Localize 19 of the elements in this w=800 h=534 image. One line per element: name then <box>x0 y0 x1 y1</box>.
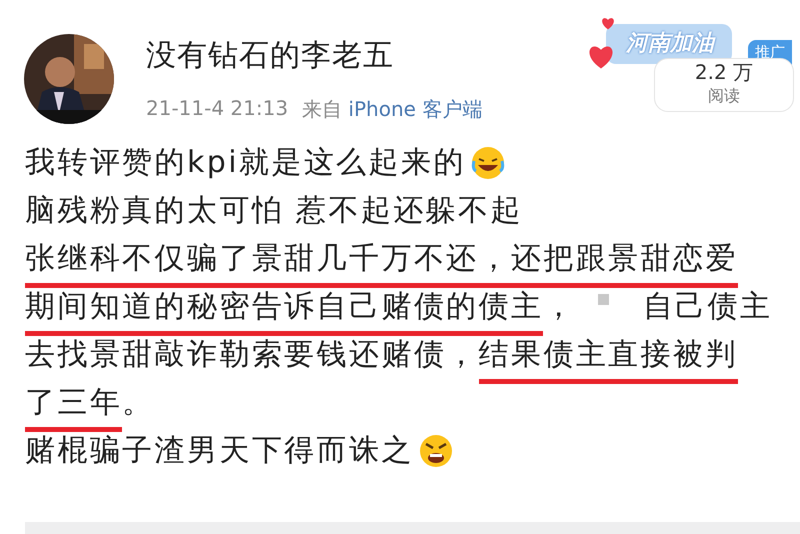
post-text: 。 <box>122 384 155 422</box>
post-time: 21-11-4 21:13 <box>146 96 288 122</box>
post-text: 赌棍骗子渣男天下得而诛之 <box>25 432 414 470</box>
post-text: 我转评赞的kpi就是这么起来的 <box>25 144 466 182</box>
underlined-text: 了三年 <box>25 382 122 432</box>
post-text: 脑残粉真的太可怕 惹不起还躲不起 <box>25 192 523 230</box>
author-name[interactable]: 没有钻石的李老五 <box>146 35 482 76</box>
post-text: 自己债主 <box>642 288 772 326</box>
underlined-text: 结果债主直接被判 <box>478 334 738 384</box>
post-text: 去找景甜敲诈勒索要钱还赌债， <box>25 336 479 374</box>
underlined-text: 期间知道的秘密告诉自己赌债的债主 <box>25 286 544 336</box>
square-icon <box>598 294 609 305</box>
underlined-text: 张继科不仅骗了景甜几千万不还，还把跟景甜恋爱 <box>25 238 738 288</box>
post-text: ， <box>543 288 576 326</box>
heart-icon <box>600 16 616 30</box>
laughing-emoji-icon <box>470 144 506 180</box>
post-source: 来自 iPhone 客户端 <box>302 96 482 123</box>
angry-emoji-icon <box>418 432 454 468</box>
read-label: 阅读 <box>708 86 740 107</box>
